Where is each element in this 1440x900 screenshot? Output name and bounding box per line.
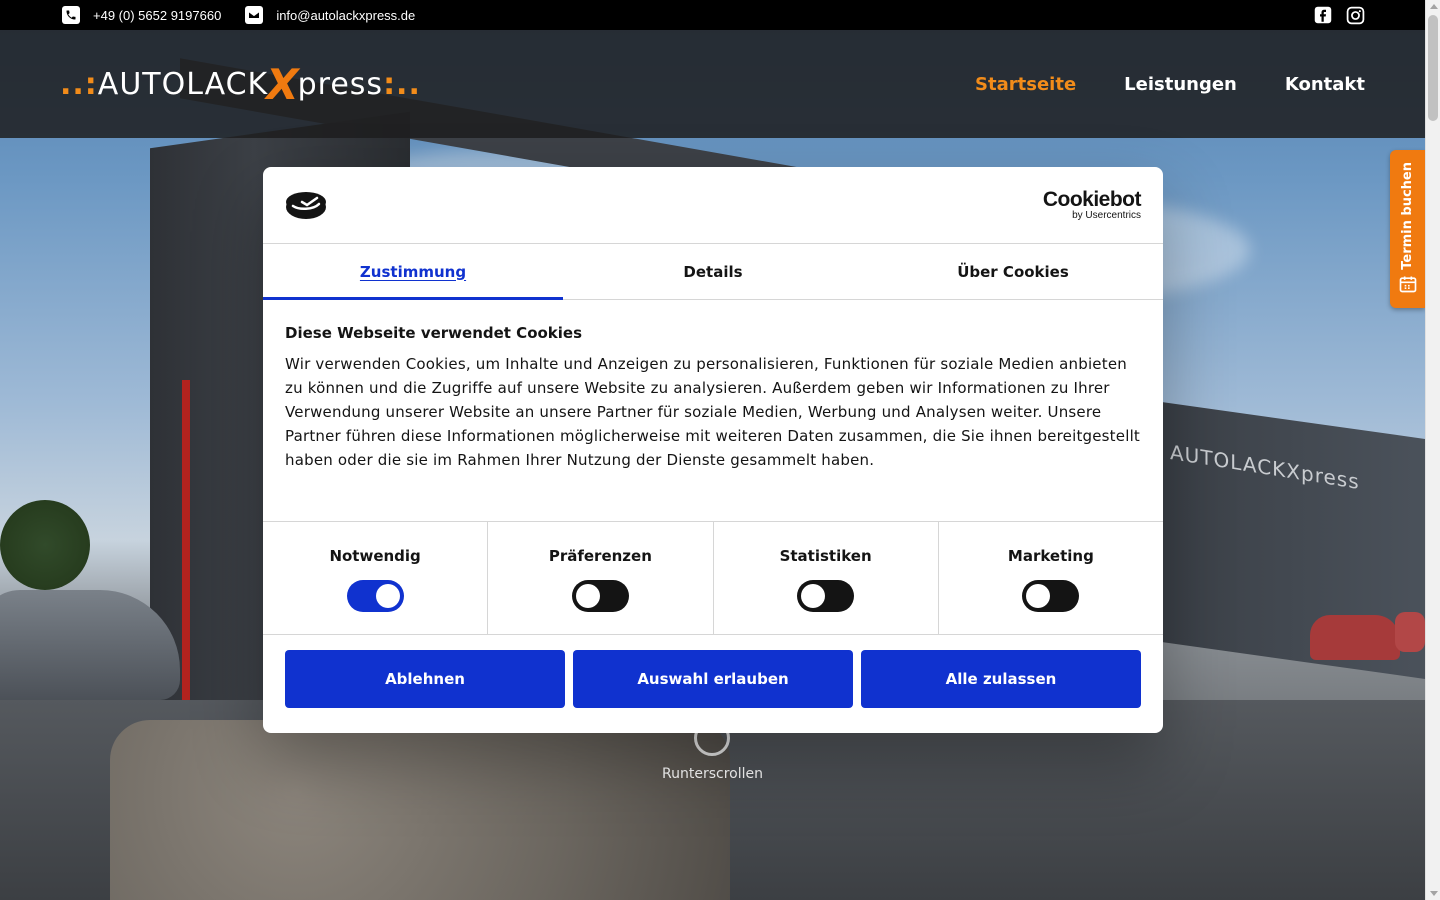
top-bar: +49 (0) 5652 9197660 info@autolackxpress… [0, 0, 1425, 30]
cookie-logo-icon [285, 190, 327, 220]
switch-knob [801, 584, 826, 608]
gravel-bed [110, 720, 730, 900]
tab-ueber-cookies[interactable]: Über Cookies [863, 244, 1163, 299]
scroll-down-label: Runterscrollen [662, 766, 763, 782]
site-header: ..: AUTOLACK X press :.. Startseite Leis… [0, 30, 1425, 138]
tab-zustimmung[interactable]: Zustimmung [263, 244, 563, 300]
dialog-text: Wir verwenden Cookies, um Inhalte und An… [285, 355, 1141, 469]
toggle-notwendig: Notwendig [263, 522, 489, 634]
nav-startseite[interactable]: Startseite [975, 74, 1076, 95]
toggle-label: Notwendig [329, 547, 421, 565]
page-scrollbar[interactable] [1425, 0, 1440, 900]
dialog-header: Cookiebot by Usercentrics [263, 167, 1163, 244]
dialog-buttons: Ablehnen Auswahl erlauben Alle zulassen [263, 635, 1163, 723]
dialog-body: Diese Webseite verwendet Cookies Wir ver… [263, 300, 1163, 522]
site-logo[interactable]: ..: AUTOLACK X press :.. [60, 60, 421, 109]
dialog-tabs: Zustimmung Details Über Cookies [263, 244, 1163, 300]
logo-x: X [266, 59, 300, 109]
nav-leistungen[interactable]: Leistungen [1124, 74, 1237, 95]
car-right-2 [1395, 612, 1425, 652]
trees [0, 500, 90, 590]
notwendig-switch[interactable] [346, 580, 404, 612]
logo-word-autolack: AUTOLACK [97, 66, 269, 102]
phone-icon [62, 6, 80, 24]
statistiken-switch[interactable] [797, 580, 855, 612]
scroll-up-arrow-icon[interactable] [1430, 4, 1438, 9]
phone-contact[interactable]: +49 (0) 5652 9197660 [62, 6, 221, 24]
toggle-label: Statistiken [779, 547, 872, 565]
praeferenzen-switch[interactable] [571, 580, 629, 612]
switch-knob [575, 584, 600, 608]
cookie-consent-dialog: Cookiebot by Usercentrics Zustimmung Det… [263, 167, 1163, 733]
brand-sub: by Usercentrics [1072, 209, 1141, 221]
phone-number: +49 (0) 5652 9197660 [93, 7, 222, 23]
toggle-praeferenzen: Präferenzen [488, 522, 714, 634]
building-stripe [182, 380, 190, 740]
decline-button[interactable]: Ablehnen [285, 650, 565, 708]
switch-knob [1026, 584, 1051, 608]
scroll-down-arrow-icon[interactable] [1430, 891, 1438, 896]
logo-dots-right: :.. [383, 66, 421, 102]
allow-selection-button[interactable]: Auswahl erlauben [573, 650, 853, 708]
calendar-icon [1398, 274, 1418, 298]
instagram-icon[interactable] [1346, 6, 1365, 25]
switch-knob [375, 584, 400, 608]
toggle-label: Präferenzen [548, 547, 652, 565]
nav-kontakt[interactable]: Kontakt [1285, 74, 1365, 95]
allow-all-button[interactable]: Alle zulassen [861, 650, 1141, 708]
mail-icon [245, 6, 264, 24]
toggle-label: Marketing [1007, 547, 1094, 565]
social-links [1313, 6, 1365, 25]
cookie-category-toggles: Notwendig Präferenzen Statistiken Market… [263, 522, 1163, 635]
main-nav: Startseite Leistungen Kontakt [975, 74, 1365, 95]
email-contact[interactable]: info@autolackxpress.de [245, 6, 415, 24]
car-right [1310, 615, 1400, 660]
brand-name: Cookiebot [1042, 187, 1142, 211]
cookiebot-brand[interactable]: Cookiebot by Usercentrics [1042, 187, 1142, 221]
email-address: info@autolackxpress.de [276, 7, 416, 23]
facebook-icon[interactable] [1313, 6, 1332, 25]
logo-word-press: press [297, 66, 384, 102]
logo-dots-left: ..: [60, 66, 98, 102]
scrollbar-thumb[interactable] [1428, 15, 1438, 121]
toggle-marketing: Marketing [939, 522, 1163, 634]
tab-details[interactable]: Details [563, 244, 863, 299]
marketing-switch[interactable] [1022, 580, 1080, 612]
book-appointment-label: Termin buchen [1400, 162, 1415, 270]
book-appointment-tab[interactable]: Termin buchen [1390, 150, 1425, 308]
dialog-title: Diese Webseite verwendet Cookies [285, 324, 583, 342]
toggle-statistiken: Statistiken [714, 522, 939, 634]
